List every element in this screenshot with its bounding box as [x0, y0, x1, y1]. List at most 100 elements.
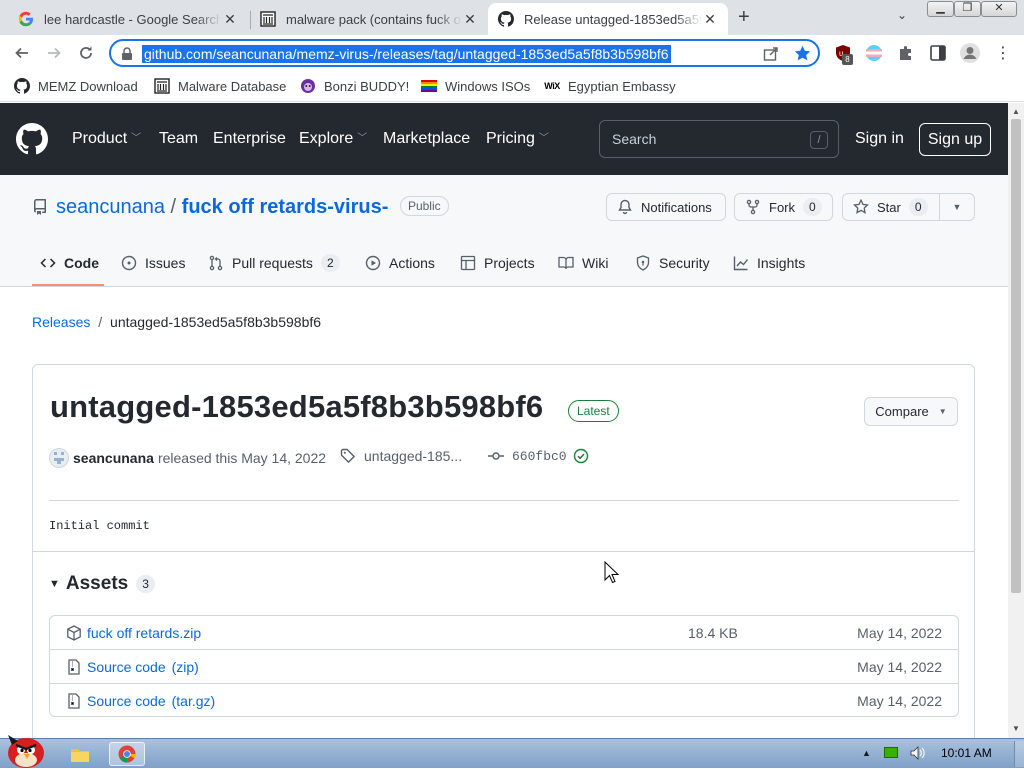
tag-text: untagged-185... [364, 448, 463, 464]
address-bar[interactable]: github.com/seancunana/memz-virus-/releas… [109, 39, 820, 67]
visibility-badge: Public [399, 196, 449, 216]
mouse-cursor-icon [604, 561, 620, 585]
new-tab-button[interactable]: + [738, 6, 750, 28]
taskbar-explorer-icon[interactable] [62, 742, 98, 766]
close-tab-icon[interactable]: ✕ [222, 11, 238, 27]
release-title[interactable]: untagged-1853ed5a5f8b3b598bf6 [50, 389, 543, 425]
assets-toggle[interactable]: ▼ Assets 3 [49, 573, 155, 595]
lock-icon[interactable] [121, 47, 133, 61]
tab-release[interactable]: Release untagged-1853ed5a5f8b3b598bf6 ✕ [488, 3, 728, 35]
caret-down-icon: ▼ [952, 202, 962, 212]
notifications-label: Notifications [641, 199, 712, 215]
tab-issues[interactable]: Issues [121, 253, 185, 273]
tab-label: Wiki [582, 255, 609, 271]
repo-title: seancunana / fuck off retards-virus- Pub… [56, 195, 449, 219]
start-button-angry-bird-icon[interactable] [4, 731, 50, 769]
maximize-button[interactable]: ❐ [954, 1, 981, 17]
bookmark-memz-download[interactable]: MEMZ Download [14, 77, 138, 95]
tab-pull-requests[interactable]: Pull requests 2 [208, 253, 340, 273]
bookmark-windows-isos[interactable]: Windows ISOs [421, 77, 530, 95]
nav-marketplace[interactable]: Marketplace [383, 129, 470, 149]
sign-in-link[interactable]: Sign in [855, 129, 904, 149]
show-desktop-button[interactable] [1014, 741, 1024, 767]
divider [33, 551, 974, 552]
release-commit[interactable]: 660fbc0 [488, 448, 589, 464]
extension-flag-icon[interactable] [865, 44, 883, 62]
minimize-button[interactable]: ▁ [927, 1, 954, 17]
tab-search-icon[interactable]: ⌄ [897, 8, 907, 22]
close-window-button[interactable]: ✕ [981, 1, 1017, 17]
close-tab-icon[interactable]: ✕ [462, 11, 478, 27]
bookmark-malware-database[interactable]: Malware Database [154, 77, 286, 95]
forward-button[interactable] [40, 39, 68, 67]
chevron-down-icon: ﹀ [538, 133, 549, 144]
release-meta: seancunana released this May 14, 2022 [49, 448, 326, 468]
repo-separator: / [170, 196, 177, 218]
sign-up-button[interactable]: Sign up [919, 123, 991, 156]
asset-row[interactable]: fuck off retards.zip 18.4 KB May 14, 202… [50, 616, 958, 650]
breadcrumb-current: untagged-1853ed5a5f8b3b598bf6 [110, 314, 322, 330]
taskbar-clock[interactable]: 10:01 AM [941, 746, 992, 760]
tab-insights[interactable]: Insights [733, 253, 805, 273]
browser-toolbar: github.com/seancunana/memz-virus-/releas… [0, 35, 1024, 71]
bookmark-star-icon[interactable] [794, 45, 811, 62]
compare-button[interactable]: Compare ▼ [864, 397, 958, 426]
search-input[interactable]: Search / [599, 120, 839, 158]
nav-pricing[interactable]: Pricing ﹀ [486, 129, 549, 149]
close-tab-icon[interactable]: ✕ [702, 11, 718, 27]
tab-security[interactable]: Security [635, 253, 710, 273]
asset-link[interactable]: Source code (zip) [87, 659, 199, 675]
tab-actions[interactable]: Actions [365, 253, 435, 273]
github-logo-icon[interactable] [16, 123, 48, 155]
reload-button[interactable] [72, 39, 100, 67]
tab-google-search[interactable]: lee hardcastle - Google Search ✕ [8, 3, 248, 35]
asset-link[interactable]: fuck off retards.zip [87, 625, 201, 641]
profile-avatar-icon[interactable] [959, 42, 981, 64]
scrollbar-thumb[interactable] [1011, 119, 1021, 593]
tab-wiki[interactable]: Wiki [558, 253, 608, 273]
tab-malware-pack[interactable]: malware pack (contains fuck off retards-… [250, 3, 488, 35]
asset-link[interactable]: Source code (tar.gz) [87, 693, 215, 709]
bookmark-egyptian-embassy[interactable]: WiX Egyptian Embassy [544, 77, 675, 95]
bookmark-bonzi-buddy[interactable]: Bonzi BUDDY! [300, 77, 409, 95]
tab-label: Security [659, 255, 710, 271]
taskbar-chrome-icon[interactable] [109, 742, 145, 766]
fork-button[interactable]: Fork 0 [734, 193, 833, 221]
share-icon[interactable] [763, 46, 779, 62]
repo-name-link[interactable]: fuck off retards-virus- [182, 196, 389, 218]
tab-code[interactable]: Code [40, 253, 99, 273]
issue-icon [121, 255, 137, 271]
side-panel-icon[interactable] [929, 44, 947, 62]
search-shortcut-key: / [810, 131, 828, 149]
asset-row[interactable]: Source code (zip) May 14, 2022 [50, 649, 958, 683]
releases-link[interactable]: Releases [32, 314, 90, 330]
volume-icon[interactable] [910, 746, 926, 760]
notifications-button[interactable]: Notifications [606, 193, 726, 221]
extensions-puzzle-icon[interactable] [897, 44, 915, 62]
assets-label: Assets [65, 573, 129, 594]
scroll-down-icon: ▼ [1012, 724, 1020, 733]
package-icon [66, 625, 82, 641]
nav-team[interactable]: Team [159, 129, 198, 149]
battery-icon[interactable] [884, 747, 898, 758]
back-button[interactable] [8, 39, 36, 67]
nav-product[interactable]: Product ﹀ [72, 129, 141, 149]
star-count: 0 [908, 198, 928, 216]
tab-projects[interactable]: Projects [460, 253, 535, 273]
asset-row[interactable]: Source code (tar.gz) May 14, 2022 [50, 683, 958, 717]
nav-explore[interactable]: Explore ﹀ [299, 129, 367, 149]
author-link[interactable]: seancunana [73, 450, 154, 466]
star-button[interactable]: Star 0 [842, 193, 940, 221]
breadcrumb: Releases / untagged-1853ed5a5f8b3b598bf6 [32, 314, 321, 330]
github-header: Product ﹀ Team Enterprise Explore ﹀ Market… [0, 103, 1008, 175]
menu-kebab-icon[interactable]: ⋮ [995, 43, 1011, 63]
repo-owner-link[interactable]: seancunana [56, 196, 165, 218]
scroll-up-icon: ▲ [1012, 107, 1020, 116]
nav-enterprise[interactable]: Enterprise [213, 129, 286, 149]
release-tag[interactable]: untagged-185... [340, 448, 462, 464]
tray-expand-icon[interactable]: ▲ [862, 748, 871, 758]
avatar[interactable] [49, 448, 69, 468]
github-icon [498, 11, 514, 27]
star-dropdown-button[interactable]: ▼ [939, 193, 975, 221]
extension-ublock-icon[interactable]: u 8 [834, 44, 853, 65]
